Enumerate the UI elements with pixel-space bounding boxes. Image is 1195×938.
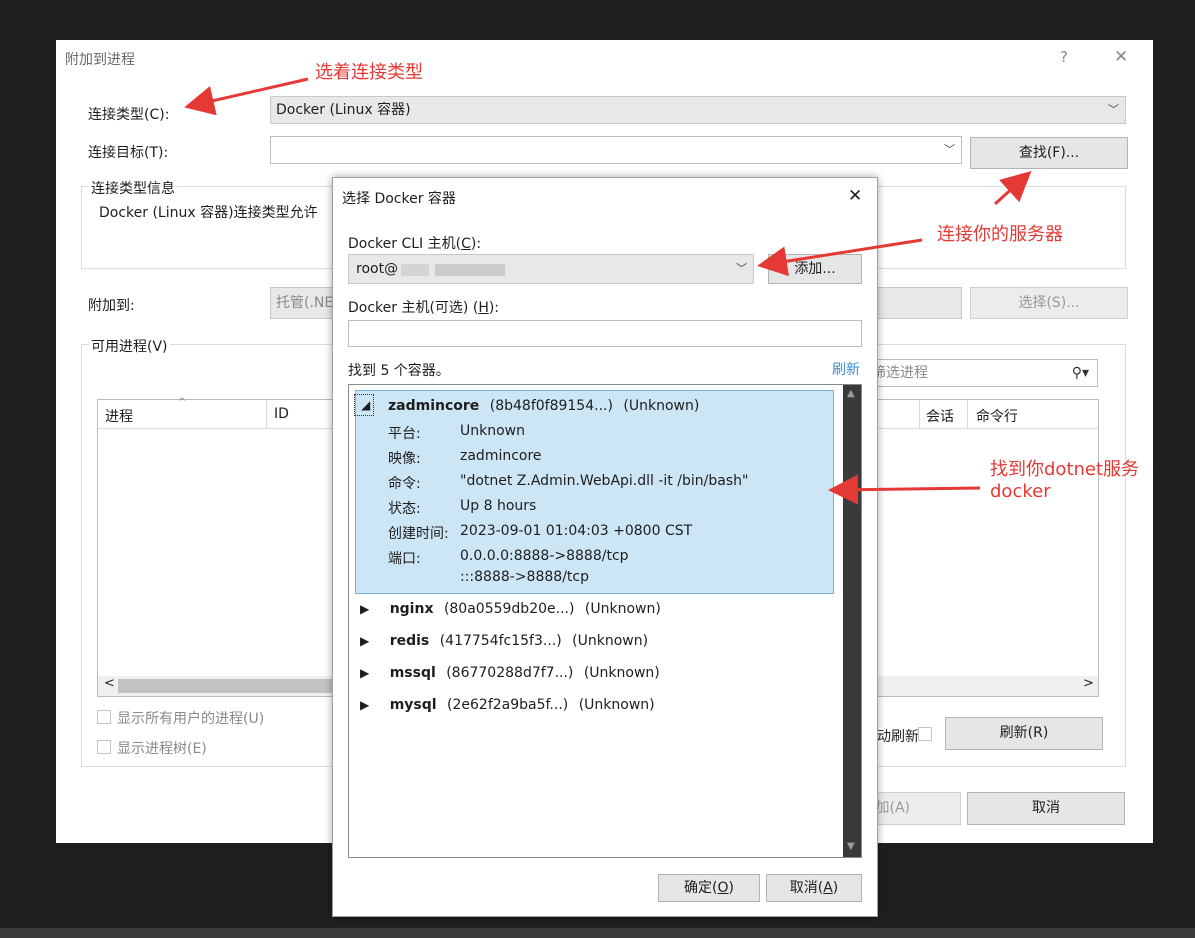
annotation-select-type: 选着连接类型 [315, 62, 423, 83]
annotation-find-service-1: 找到你dotnet服务 [990, 459, 1140, 480]
taskbar-strip [0, 928, 1195, 938]
arrow-to-find-button [993, 170, 1032, 206]
arrow-to-container [828, 474, 981, 505]
annotation-connect-server: 连接你的服务器 [937, 224, 1063, 245]
arrow-to-cli-host [757, 238, 923, 277]
arrow-to-connection-type [184, 77, 309, 116]
annotation-find-service-2: docker [990, 481, 1051, 502]
